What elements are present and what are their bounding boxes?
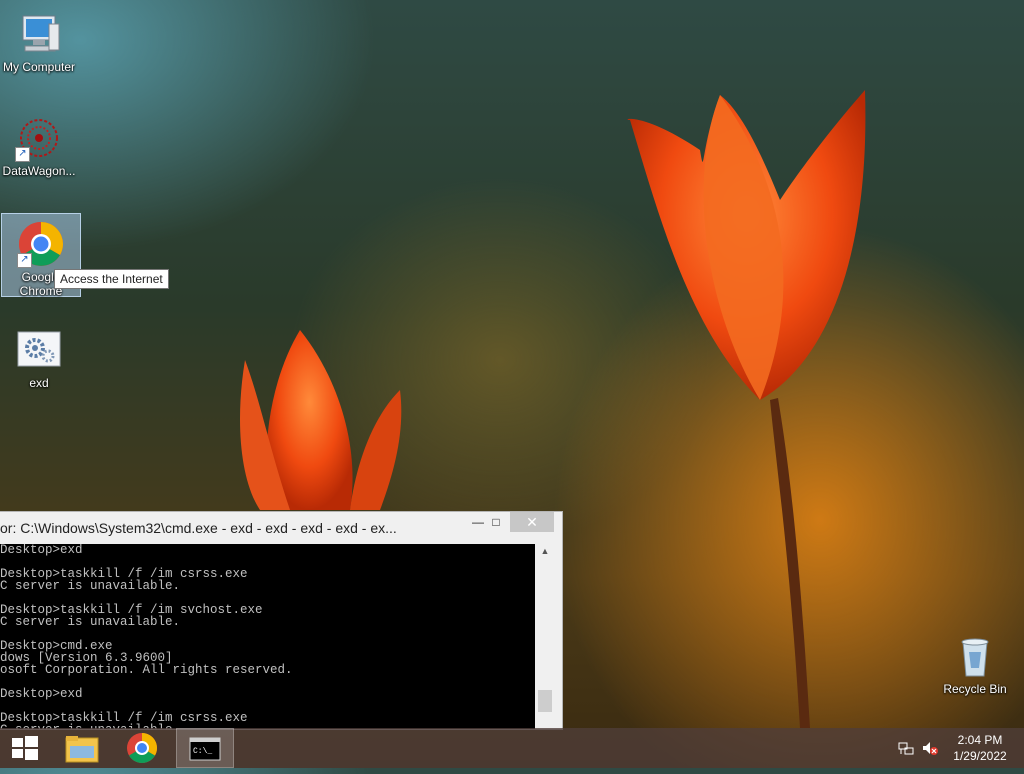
recycle-bin-icon: [951, 632, 999, 680]
exd-label: exd: [29, 376, 49, 390]
exd-shortcut[interactable]: exd: [0, 320, 78, 390]
chrome-icon: ↗: [17, 220, 65, 268]
cmd-window-title: or: C:\Windows\System32\cmd.exe - exd - …: [0, 520, 397, 536]
chrome-tooltip: Access the Internet: [54, 269, 169, 289]
clock-date: 1/29/2022: [953, 749, 1007, 763]
shortcut-arrow-icon: ↗: [15, 147, 30, 162]
datawagon-shortcut[interactable]: ↗ DataWagon...: [0, 108, 78, 178]
network-icon[interactable]: [898, 740, 914, 756]
maximize-button[interactable]: □: [482, 512, 510, 532]
recycle-bin-label: Recycle Bin: [943, 682, 1007, 696]
chrome-icon: [127, 733, 158, 764]
desktop: My Computer ↗ DataWagon... ↗ Google Chro…: [0, 0, 1024, 730]
console-line: C server is unavailable.: [0, 579, 181, 593]
command-prompt-icon: C:\_: [189, 737, 221, 761]
console-line: C server is unavailable.: [0, 615, 181, 629]
cmd-taskbar-button[interactable]: C:\_: [176, 728, 234, 768]
recycle-bin-shortcut[interactable]: Recycle Bin: [936, 626, 1014, 696]
my-computer-icon-shortcut[interactable]: My Computer: [0, 4, 78, 74]
close-button[interactable]: ✕: [510, 512, 554, 532]
datawagon-icon: ↗: [15, 114, 63, 162]
taskbar: C:\_ 2:04 PM 1/29/2022: [0, 728, 1024, 768]
gear-icon: [15, 326, 63, 374]
scroll-thumb[interactable]: [538, 690, 552, 712]
file-explorer-taskbar-button[interactable]: [56, 728, 108, 768]
cmd-titlebar[interactable]: or: C:\Windows\System32\cmd.exe - exd - …: [0, 512, 562, 544]
clock-time: 2:04 PM: [957, 733, 1003, 747]
cmd-scrollbar[interactable]: ▲: [537, 544, 553, 729]
console-line: osoft Corporation. All rights reserved.: [0, 663, 293, 677]
volume-muted-icon[interactable]: [922, 740, 938, 756]
system-clock[interactable]: 2:04 PM 1/29/2022: [944, 732, 1016, 764]
computer-icon: [15, 10, 63, 58]
shortcut-arrow-icon: ↗: [17, 253, 32, 268]
chrome-taskbar-button[interactable]: [116, 728, 168, 768]
windows-logo-icon: [12, 736, 38, 760]
datawagon-label: DataWagon...: [2, 164, 76, 178]
folder-icon: [65, 736, 99, 763]
cmd-window[interactable]: or: C:\Windows\System32\cmd.exe - exd - …: [0, 511, 563, 730]
svg-text:C:\_: C:\_: [193, 747, 212, 756]
start-button[interactable]: [0, 728, 52, 768]
my-computer-label: My Computer: [2, 60, 76, 74]
console-line: Desktop>exd: [0, 687, 83, 701]
cmd-console-output[interactable]: Desktop>exd Desktop>taskkill /f /im csrs…: [0, 544, 535, 729]
scroll-up-arrow-icon[interactable]: ▲: [537, 546, 553, 560]
console-line: Desktop>exd: [0, 544, 83, 557]
